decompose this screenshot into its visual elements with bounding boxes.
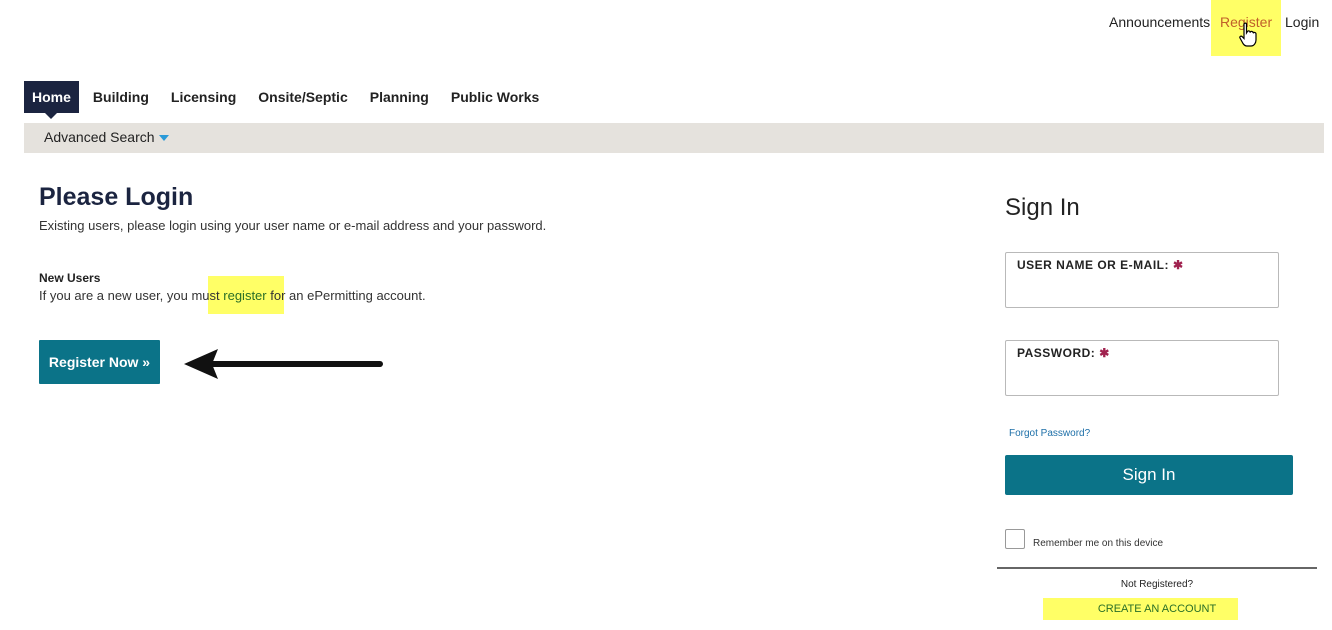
tab-public-works[interactable]: Public Works <box>443 81 547 113</box>
forgot-password-link[interactable]: Forgot Password? <box>1009 428 1090 439</box>
login-intro-text: Existing users, please login using your … <box>39 218 547 233</box>
tab-onsite-septic[interactable]: Onsite/Septic <box>250 81 355 113</box>
divider <box>997 567 1317 569</box>
new-users-heading: New Users <box>39 271 101 285</box>
register-now-button[interactable]: Register Now » <box>39 340 160 384</box>
advanced-search-label: Advanced Search <box>44 129 155 145</box>
create-account-link[interactable]: CREATE AN ACCOUNT <box>1043 603 1271 615</box>
password-label: PASSWORD: ✱ <box>1017 346 1110 360</box>
left-arrow-icon <box>180 346 390 387</box>
login-link[interactable]: Login <box>1285 14 1319 30</box>
hand-pointer-icon <box>1238 22 1258 53</box>
remember-me-label: Remember me on this device <box>1033 538 1164 549</box>
page-title: Please Login <box>39 183 194 211</box>
advanced-search-menu[interactable]: Advanced Search <box>44 129 169 145</box>
announcements-link[interactable]: Announcements <box>1109 14 1210 30</box>
new-users-prefix: If you are a new user, you must <box>39 288 224 303</box>
not-registered-text: Not Registered? <box>1120 579 1194 590</box>
sign-in-button[interactable]: Sign In <box>1005 455 1293 495</box>
new-users-text: If you are a new user, you must register… <box>39 288 426 303</box>
sub-nav-bar: Advanced Search <box>24 123 1324 153</box>
tab-planning[interactable]: Planning <box>362 81 437 113</box>
tab-licensing[interactable]: Licensing <box>163 81 244 113</box>
username-field[interactable]: USER NAME OR E-MAIL: ✱ <box>1005 252 1279 308</box>
remember-me-checkbox[interactable] <box>1005 529 1025 549</box>
tab-building[interactable]: Building <box>85 81 157 113</box>
required-asterisk-icon: ✱ <box>1099 346 1110 360</box>
tab-home[interactable]: Home <box>24 81 79 119</box>
password-input[interactable] <box>1016 365 1270 389</box>
main-nav: Home Building Licensing Onsite/Septic Pl… <box>24 81 553 119</box>
caret-down-icon <box>158 135 169 142</box>
register-inline-link[interactable]: register <box>223 288 266 303</box>
new-users-suffix: for an ePermitting account. <box>266 288 426 303</box>
required-asterisk-icon: ✱ <box>1173 258 1184 272</box>
username-input[interactable] <box>1016 277 1270 301</box>
signin-title: Sign In <box>1005 194 1080 221</box>
password-field[interactable]: PASSWORD: ✱ <box>1005 340 1279 396</box>
username-label: USER NAME OR E-MAIL: ✱ <box>1017 258 1184 272</box>
